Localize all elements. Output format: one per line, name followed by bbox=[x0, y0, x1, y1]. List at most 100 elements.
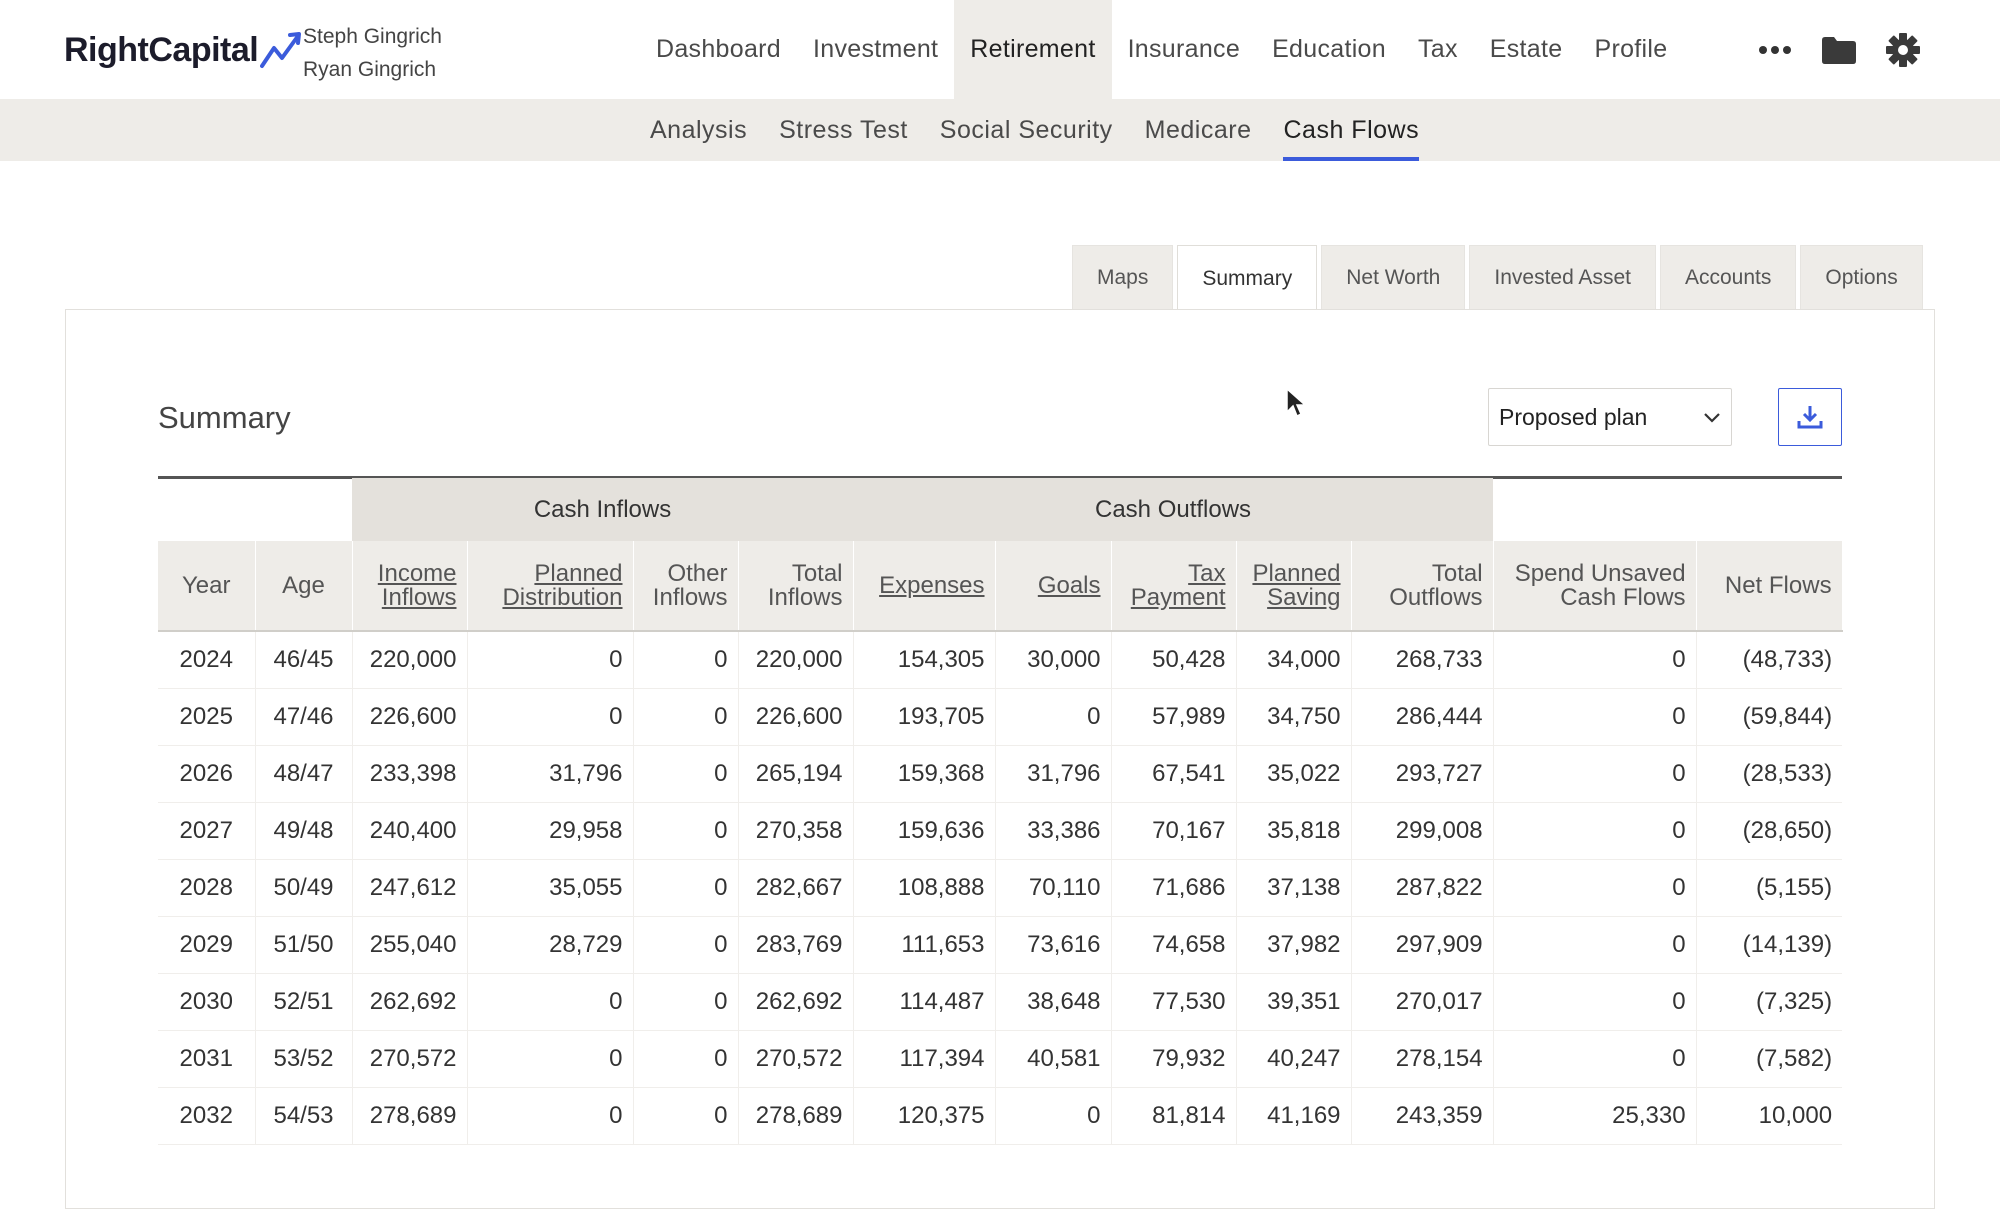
nav-retirement[interactable]: Retirement bbox=[954, 0, 1112, 99]
table-cell: 34,750 bbox=[1236, 688, 1352, 746]
table-cell: 0 bbox=[1493, 916, 1697, 974]
table-cell: 35,022 bbox=[1236, 745, 1352, 803]
table-cell: (28,533) bbox=[1696, 745, 1843, 803]
client-name-2: Ryan Gingrich bbox=[303, 58, 437, 81]
table-cell: 111,653 bbox=[853, 916, 996, 974]
table-cell: 40,247 bbox=[1236, 1030, 1352, 1088]
nav-profile[interactable]: Profile bbox=[1578, 0, 1683, 99]
table-cell: 265,194 bbox=[738, 745, 854, 803]
table-cell: 278,689 bbox=[352, 1087, 468, 1145]
table-cell: 0 bbox=[1493, 631, 1697, 689]
subnav-medicare[interactable]: Medicare bbox=[1129, 99, 1268, 161]
table-cell: 25,330 bbox=[1493, 1087, 1697, 1145]
nav-insurance[interactable]: Insurance bbox=[1112, 0, 1257, 99]
col-expenses[interactable]: Expenses bbox=[853, 541, 996, 631]
subnav-social-security[interactable]: Social Security bbox=[924, 99, 1129, 161]
table-group-header: Cash Inflows Cash Outflows bbox=[158, 478, 1842, 541]
more-icon[interactable] bbox=[1758, 45, 1792, 55]
table-cell: 35,055 bbox=[467, 859, 634, 917]
table-cell: (7,582) bbox=[1696, 1030, 1843, 1088]
table-cell: 283,769 bbox=[738, 916, 854, 974]
table-cell: 268,733 bbox=[1351, 631, 1494, 689]
subnav-analysis[interactable]: Analysis bbox=[634, 99, 763, 161]
plan-select[interactable]: Proposed plan bbox=[1488, 388, 1732, 446]
table-cell: 233,398 bbox=[352, 745, 468, 803]
table-cell: (14,139) bbox=[1696, 916, 1843, 974]
nav-education[interactable]: Education bbox=[1256, 0, 1402, 99]
view-tabs: Maps Summary Net Worth Invested Asset Ac… bbox=[1072, 245, 1923, 311]
table-cell: 31,796 bbox=[995, 745, 1112, 803]
table-cell: 262,692 bbox=[352, 973, 468, 1031]
table-cell: 0 bbox=[633, 631, 739, 689]
table-cell: 0 bbox=[467, 631, 634, 689]
table-cell: 38,648 bbox=[995, 973, 1112, 1031]
table-cell: 193,705 bbox=[853, 688, 996, 746]
table-cell: 297,909 bbox=[1351, 916, 1494, 974]
client-names[interactable]: Steph Gingrich Ryan Gingrich bbox=[303, 20, 442, 86]
table-cell: 37,138 bbox=[1236, 859, 1352, 917]
cash-flow-table-wrap: Cash Inflows Cash Outflows Year Age Inco… bbox=[158, 478, 1843, 1145]
table-cell: 51/50 bbox=[255, 916, 353, 974]
table-cell: 0 bbox=[633, 1030, 739, 1088]
table-row: 2031 53/52 270,572 0 0 270,572 117,394 40,581 79… bbox=[158, 1030, 1843, 1088]
mouse-cursor-icon bbox=[1286, 388, 1306, 418]
gear-icon[interactable] bbox=[1886, 32, 1920, 67]
tab-accounts[interactable]: Accounts bbox=[1659, 245, 1797, 310]
table-cell: 299,008 bbox=[1351, 802, 1494, 860]
table-cell: 0 bbox=[467, 1087, 634, 1145]
tab-maps[interactable]: Maps bbox=[1072, 245, 1174, 310]
table-row: 2029 51/50 255,040 28,729 0 283,769 111,653 73,… bbox=[158, 916, 1843, 974]
table-cell: (7,325) bbox=[1696, 973, 1843, 1031]
table-body: 2024 46/45 220,000 0 0 220,000 154,305 30,000 50… bbox=[158, 631, 1843, 1145]
table-cell: 34,000 bbox=[1236, 631, 1352, 689]
tab-summary[interactable]: Summary bbox=[1177, 245, 1318, 311]
col-income-inflows[interactable]: Income Inflows bbox=[352, 541, 468, 631]
tab-net-worth[interactable]: Net Worth bbox=[1321, 245, 1466, 310]
table-cell: 0 bbox=[633, 916, 739, 974]
table-cell: 41,169 bbox=[1236, 1087, 1352, 1145]
table-cell: 67,541 bbox=[1111, 745, 1237, 803]
col-planned-distribution[interactable]: Planned Distribution bbox=[467, 541, 634, 631]
table-cell: 35,818 bbox=[1236, 802, 1352, 860]
table-cell: 0 bbox=[1493, 973, 1697, 1031]
col-spend-unsaved-cash-flows: Spend Unsaved Cash Flows bbox=[1493, 541, 1697, 631]
table-cell: 10,000 bbox=[1696, 1087, 1843, 1145]
table-cell: 73,616 bbox=[995, 916, 1112, 974]
table-row: 2028 50/49 247,612 35,055 0 282,667 108,888 70,… bbox=[158, 859, 1843, 917]
col-net-flows: Net Flows bbox=[1696, 541, 1843, 631]
table-cell: 33,386 bbox=[995, 802, 1112, 860]
brand-name: RightCapital bbox=[64, 30, 259, 69]
table-cell: (5,155) bbox=[1696, 859, 1843, 917]
table-row: 2024 46/45 220,000 0 0 220,000 154,305 30,000 50… bbox=[158, 631, 1843, 689]
subnav-stress-test[interactable]: Stress Test bbox=[763, 99, 924, 161]
col-goals[interactable]: Goals bbox=[995, 541, 1112, 631]
brand-logo[interactable]: RightCapital bbox=[64, 30, 304, 70]
col-tax-payment[interactable]: Tax Payment bbox=[1111, 541, 1237, 631]
table-cell: 47/46 bbox=[255, 688, 353, 746]
table-cell: 28,729 bbox=[467, 916, 634, 974]
subnav-cash-flows[interactable]: Cash Flows bbox=[1267, 99, 1435, 161]
tab-options[interactable]: Options bbox=[1800, 245, 1923, 310]
table-cell: 37,982 bbox=[1236, 916, 1352, 974]
client-name-1: Steph Gingrich bbox=[303, 25, 442, 48]
table-cell: 50/49 bbox=[255, 859, 353, 917]
table-cell: 159,636 bbox=[853, 802, 996, 860]
table-cell: 270,358 bbox=[738, 802, 854, 860]
nav-estate[interactable]: Estate bbox=[1474, 0, 1579, 99]
table-cell: 46/45 bbox=[255, 631, 353, 689]
folder-icon[interactable] bbox=[1822, 36, 1856, 64]
table-cell: 2027 bbox=[158, 802, 256, 860]
table-cell: 240,400 bbox=[352, 802, 468, 860]
table-cell: 81,814 bbox=[1111, 1087, 1237, 1145]
col-planned-saving[interactable]: Planned Saving bbox=[1236, 541, 1352, 631]
table-cell: 53/52 bbox=[255, 1030, 353, 1088]
download-button[interactable] bbox=[1778, 388, 1842, 446]
nav-tax[interactable]: Tax bbox=[1402, 0, 1474, 99]
table-cell: 278,689 bbox=[738, 1087, 854, 1145]
nav-dashboard[interactable]: Dashboard bbox=[640, 0, 797, 99]
nav-investment[interactable]: Investment bbox=[797, 0, 954, 99]
table-cell: 70,110 bbox=[995, 859, 1112, 917]
tab-invested-asset[interactable]: Invested Asset bbox=[1469, 245, 1656, 310]
table-cell: 154,305 bbox=[853, 631, 996, 689]
download-icon bbox=[1797, 406, 1823, 429]
